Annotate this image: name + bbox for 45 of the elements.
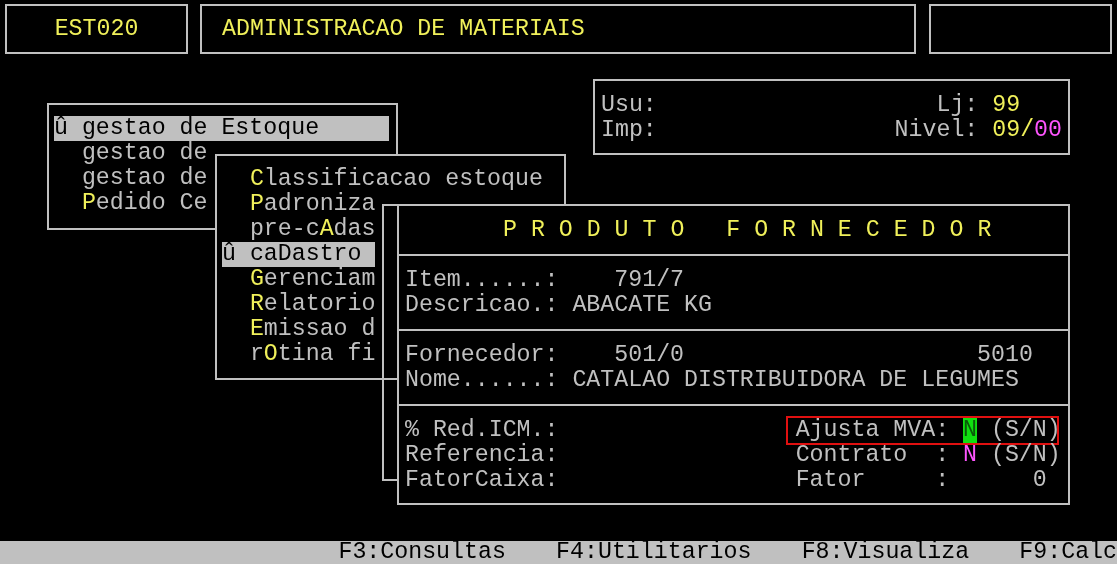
printer-label: Imp: <box>601 117 657 143</box>
field-value: ABACATE KG <box>572 292 712 318</box>
field-label: Fator : <box>795 467 951 493</box>
menu-item[interactable]: gestao de <box>54 141 208 166</box>
field-label: Descricao.: <box>405 292 560 318</box>
function-key[interactable]: F8:Visualiza <box>801 541 970 564</box>
menu-item[interactable]: Classificacao estoque <box>222 167 543 192</box>
level-value: 09/00 <box>992 117 1062 143</box>
function-key[interactable]: F3:Consultas <box>338 541 506 564</box>
field-hint: (S/N) <box>990 442 1061 468</box>
store-label: Lj: <box>936 92 979 118</box>
menu-item[interactable]: Padroniza <box>222 192 376 217</box>
menu-item[interactable]: rOtina fi <box>222 342 376 367</box>
field-label: Item......: <box>405 267 560 293</box>
field-label: Nome......: <box>405 367 560 393</box>
system-title: ADMINISTRACAO DE MATERIAIS <box>222 16 585 42</box>
field-label: Contrato : <box>795 442 951 468</box>
field-value: 0 <box>1031 467 1047 493</box>
field-label: % Red.ICM.: <box>405 417 560 443</box>
field-label: Referencia: <box>405 442 560 468</box>
field-label: FatorCaixa: <box>405 467 560 493</box>
window-title: P R O D U T O F O R N E C E D O R <box>502 216 993 245</box>
function-key[interactable]: F4:Utilitarios <box>556 541 752 564</box>
menu-item[interactable]: pre-cAdas <box>222 217 376 242</box>
menu-item[interactable]: Pedido Ce <box>54 191 208 216</box>
field-value: CATALAO DISTRIBUIDORA DE LEGUMES <box>572 367 1019 393</box>
field-hint: (S/N) <box>990 417 1061 443</box>
menu-item[interactable]: Gerenciam <box>222 267 376 292</box>
field-value: 501/0 <box>614 342 686 368</box>
menu-item[interactable]: gestao de <box>54 166 208 191</box>
field-label: Fornecedor: <box>405 342 560 368</box>
field-value: 791/7 <box>614 267 685 293</box>
field-label: Ajusta MVA: <box>795 417 951 443</box>
function-key[interactable]: F9:Calc <box>1019 541 1117 564</box>
level-label: Nivel: <box>894 117 979 143</box>
menu-item[interactable]: Relatorio <box>222 292 376 317</box>
program-code: EST020 <box>54 16 139 42</box>
input-field[interactable]: N <box>963 417 977 443</box>
menu-item[interactable]: û gestao de Estoque <box>54 116 389 141</box>
menu-item[interactable]: Emissao d <box>222 317 376 342</box>
supplier-code: 5010 <box>977 342 1033 368</box>
menu-item[interactable]: û caDastro <box>222 242 376 267</box>
store-value: 99 <box>992 92 1022 118</box>
user-label: Usu: <box>601 92 657 118</box>
input-field[interactable]: N <box>963 442 977 468</box>
